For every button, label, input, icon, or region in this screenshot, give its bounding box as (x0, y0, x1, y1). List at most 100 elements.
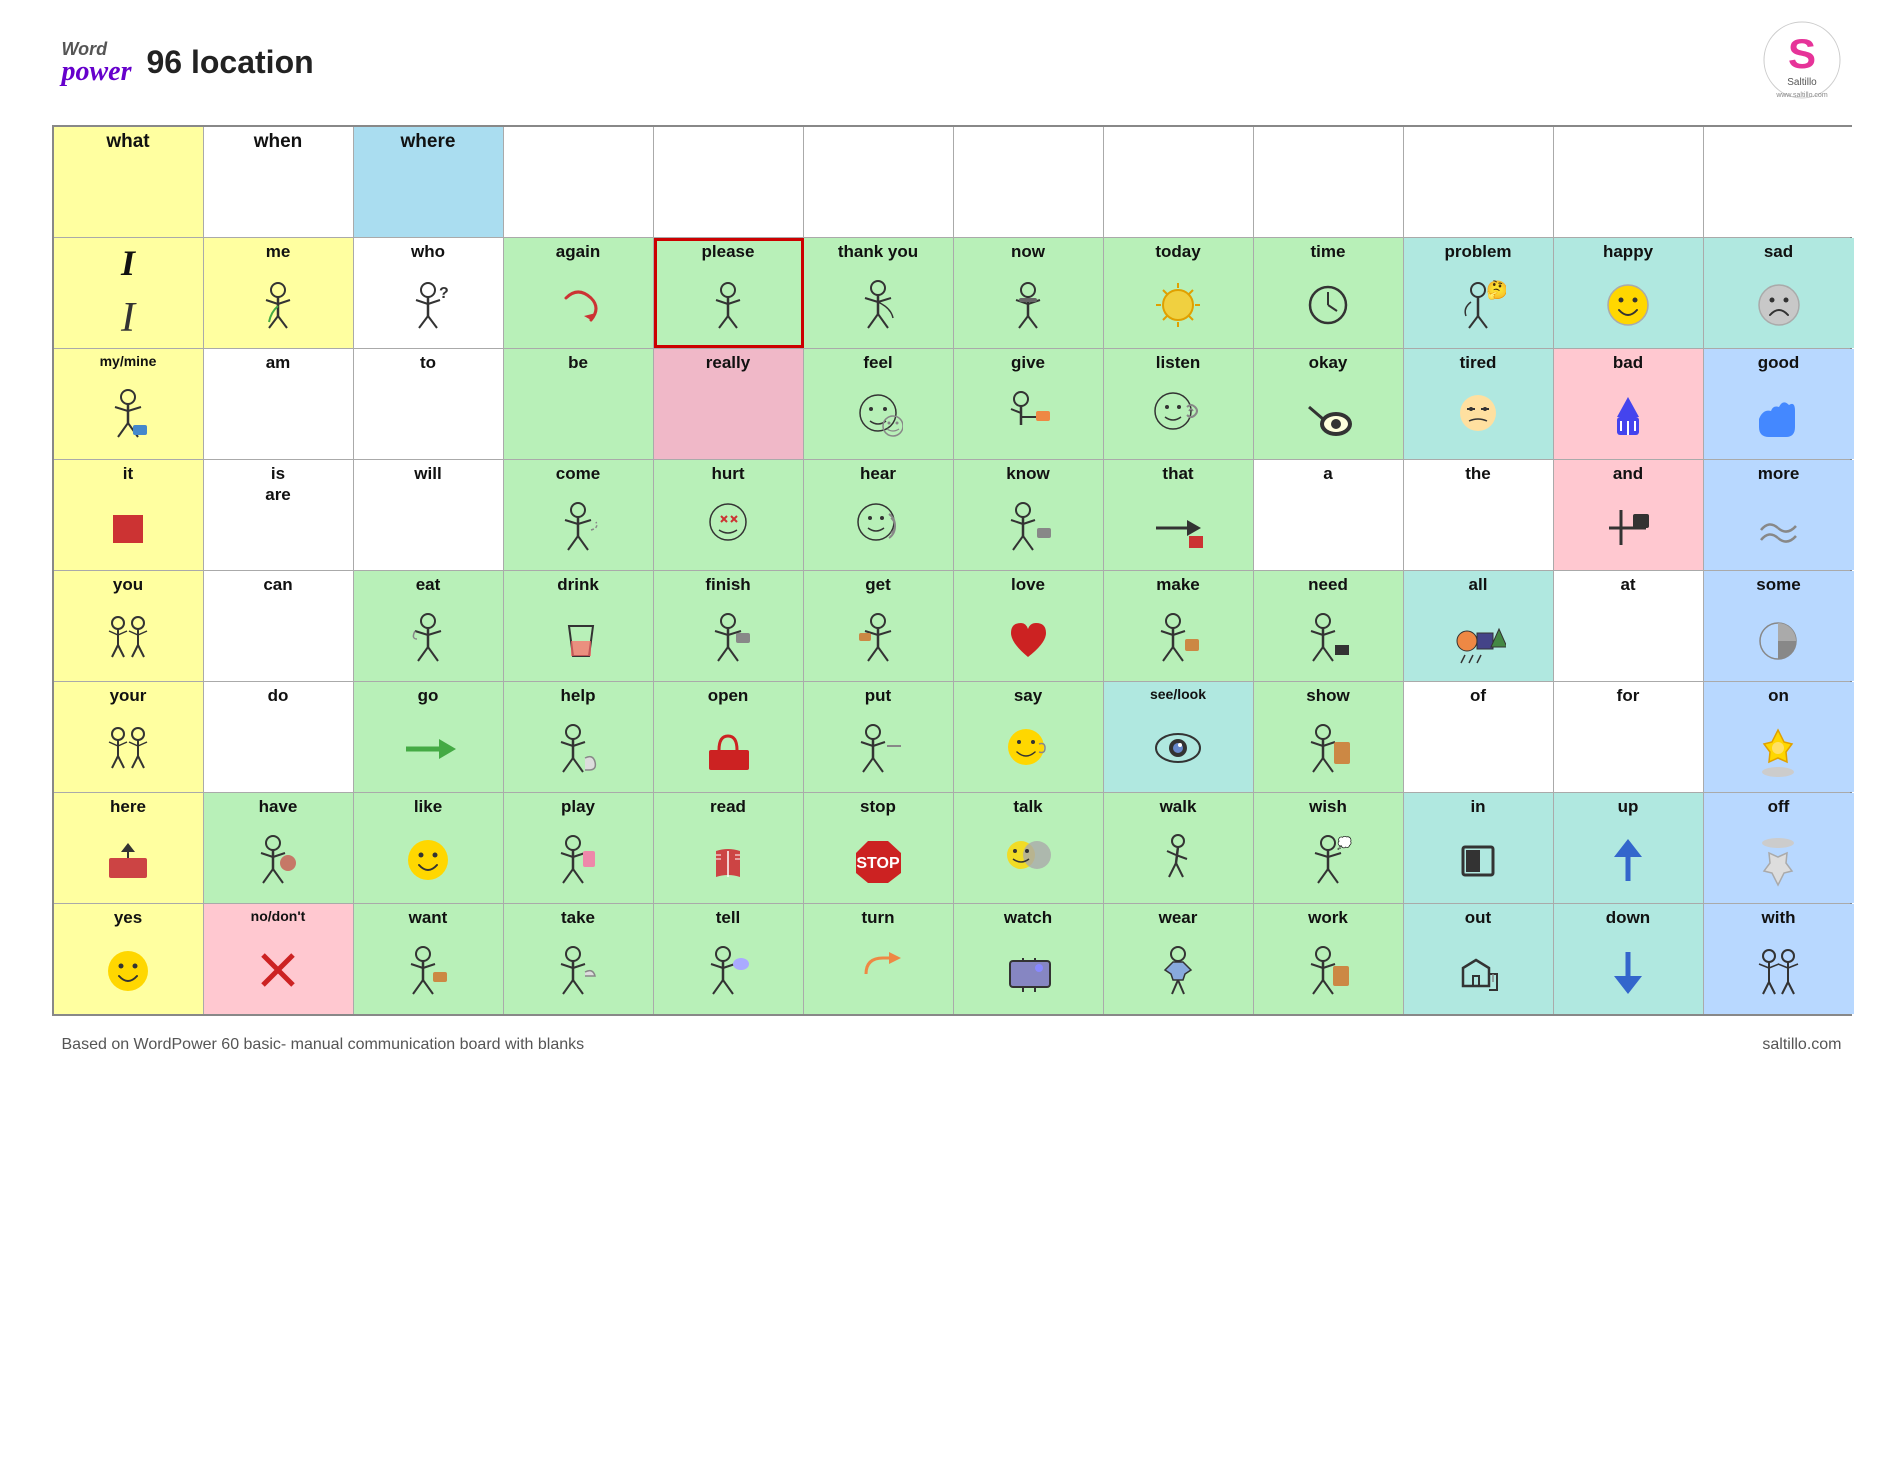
cell-show[interactable]: show (1254, 682, 1404, 792)
cell-with[interactable]: with (1704, 904, 1854, 1014)
cell-on[interactable]: on (1704, 682, 1854, 792)
cell-when[interactable]: when (204, 127, 354, 237)
cell-that[interactable]: that (1104, 460, 1254, 570)
cell-hurt[interactable]: hurt (654, 460, 804, 570)
cell-say[interactable]: say (954, 682, 1104, 792)
cell-here[interactable]: here (54, 793, 204, 903)
cell-me[interactable]: me (204, 238, 354, 348)
cell-finish[interactable]: finish (654, 571, 804, 681)
cell-good[interactable]: good (1704, 349, 1854, 459)
cell-more[interactable]: more (1704, 460, 1854, 570)
cell-feel[interactable]: feel (804, 349, 954, 459)
cell-bad[interactable]: bad (1554, 349, 1704, 459)
cell-empty9[interactable] (1704, 127, 1854, 237)
cell-empty6[interactable] (1254, 127, 1404, 237)
cell-come[interactable]: come (504, 460, 654, 570)
cell-isare[interactable]: isare (204, 460, 354, 570)
cell-off[interactable]: off (1704, 793, 1854, 903)
cell-to[interactable]: to (354, 349, 504, 459)
cell-have[interactable]: have (204, 793, 354, 903)
cell-in[interactable]: in (1404, 793, 1554, 903)
cell-it[interactable]: it (54, 460, 204, 570)
cell-listen[interactable]: listen (1104, 349, 1254, 459)
cell-nodont[interactable]: no/don't (204, 904, 354, 1014)
cell-turn[interactable]: turn (804, 904, 954, 1014)
cell-tell[interactable]: tell (654, 904, 804, 1014)
cell-I[interactable]: II (54, 238, 204, 348)
cell-drink[interactable]: drink (504, 571, 654, 681)
cell-for[interactable]: for (1554, 682, 1704, 792)
cell-empty3[interactable] (804, 127, 954, 237)
cell-down[interactable]: down (1554, 904, 1704, 1014)
cell-like[interactable]: like (354, 793, 504, 903)
cell-empty1[interactable] (504, 127, 654, 237)
cell-of[interactable]: of (1404, 682, 1554, 792)
cell-know[interactable]: know (954, 460, 1104, 570)
cell-tired[interactable]: tired (1404, 349, 1554, 459)
cell-problem[interactable]: problem🤔 (1404, 238, 1554, 348)
cell-watch[interactable]: watch (954, 904, 1104, 1014)
cell-talk[interactable]: talk (954, 793, 1104, 903)
cell-will[interactable]: will (354, 460, 504, 570)
cell-all[interactable]: all (1404, 571, 1554, 681)
cell-the[interactable]: the (1404, 460, 1554, 570)
cell-read[interactable]: read (654, 793, 804, 903)
cell-up[interactable]: up (1554, 793, 1704, 903)
cell-where[interactable]: where (354, 127, 504, 237)
cell-walk[interactable]: walk (1104, 793, 1254, 903)
cell-today[interactable]: today (1104, 238, 1254, 348)
cell-get[interactable]: get (804, 571, 954, 681)
cell-be[interactable]: be (504, 349, 654, 459)
cell-yes[interactable]: yes (54, 904, 204, 1014)
cell-am[interactable]: am (204, 349, 354, 459)
cell-out[interactable]: out (1404, 904, 1554, 1014)
cell-a[interactable]: a (1254, 460, 1404, 570)
cell-happy[interactable]: happy (1554, 238, 1704, 348)
cell-label-seelook: see/look (1150, 686, 1206, 703)
cell-time[interactable]: time (1254, 238, 1404, 348)
cell-can[interactable]: can (204, 571, 354, 681)
cell-play[interactable]: play (504, 793, 654, 903)
cell-mymine[interactable]: my/mine (54, 349, 204, 459)
cell-help[interactable]: help (504, 682, 654, 792)
cell-hear[interactable]: hear (804, 460, 954, 570)
cell-please[interactable]: please (654, 238, 804, 348)
cell-need[interactable]: need (1254, 571, 1404, 681)
footer-left: Based on WordPower 60 basic- manual comm… (62, 1036, 585, 1054)
cell-thankyou[interactable]: thank you (804, 238, 954, 348)
cell-label-can: can (263, 575, 292, 595)
cell-empty4[interactable] (954, 127, 1104, 237)
cell-again[interactable]: again (504, 238, 654, 348)
cell-empty5[interactable] (1104, 127, 1254, 237)
cell-at[interactable]: at (1554, 571, 1704, 681)
cell-love[interactable]: love (954, 571, 1104, 681)
cell-what[interactable]: what (54, 127, 204, 237)
cell-do[interactable]: do (204, 682, 354, 792)
cell-now[interactable]: now (954, 238, 1104, 348)
cell-some[interactable]: some (1704, 571, 1854, 681)
cell-seelook[interactable]: see/look (1104, 682, 1254, 792)
cell-put[interactable]: put (804, 682, 954, 792)
cell-icon-to (360, 378, 497, 456)
cell-empty7[interactable] (1404, 127, 1554, 237)
cell-who[interactable]: who? (354, 238, 504, 348)
cell-take[interactable]: take (504, 904, 654, 1014)
cell-work[interactable]: work (1254, 904, 1404, 1014)
cell-empty8[interactable] (1554, 127, 1704, 237)
cell-your[interactable]: your (54, 682, 204, 792)
cell-wish[interactable]: wish💭 (1254, 793, 1404, 903)
cell-open[interactable]: open (654, 682, 804, 792)
cell-empty2[interactable] (654, 127, 804, 237)
cell-eat[interactable]: eat (354, 571, 504, 681)
cell-you[interactable]: you (54, 571, 204, 681)
cell-sad[interactable]: sad (1704, 238, 1854, 348)
cell-okay[interactable]: okay (1254, 349, 1404, 459)
cell-really[interactable]: really (654, 349, 804, 459)
cell-and[interactable]: and (1554, 460, 1704, 570)
cell-go[interactable]: go (354, 682, 504, 792)
cell-want[interactable]: want (354, 904, 504, 1014)
cell-give[interactable]: give (954, 349, 1104, 459)
cell-stop[interactable]: stopSTOP (804, 793, 954, 903)
cell-make[interactable]: make (1104, 571, 1254, 681)
cell-wear[interactable]: wear (1104, 904, 1254, 1014)
